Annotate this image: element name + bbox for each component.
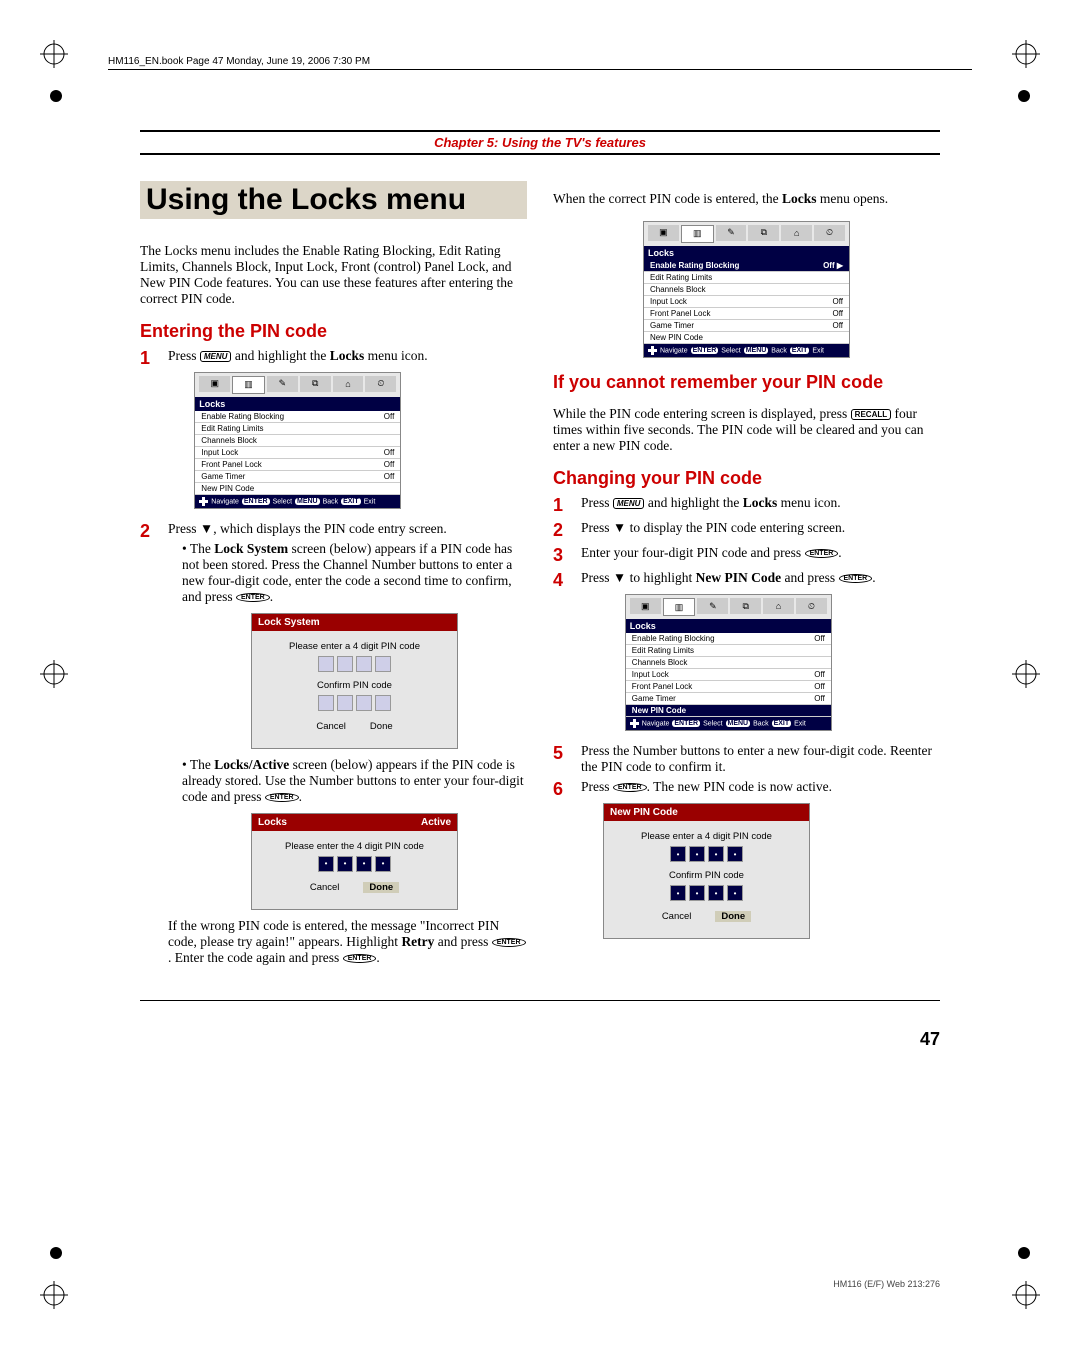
crop-mark-icon [40, 1281, 68, 1309]
step-1: 1 Press MENU and highlight the Locks men… [140, 348, 527, 517]
footer-code: HM116 (E/F) Web 213:276 [833, 1279, 940, 1289]
recall-key-icon: RECALL [851, 409, 891, 420]
osd-locks-menu-enable-selected: ▣▥✎⧉⌂⏲ Locks Enable Rating BlockingOff ▶… [643, 221, 850, 358]
enter-key-icon: ENTER [613, 783, 647, 792]
change-step-6: 6Press ENTER. The new PIN code is now ac… [553, 779, 940, 947]
enter-key-icon: ENTER [236, 593, 270, 602]
left-column: Using the Locks menu The Locks menu incl… [140, 181, 527, 970]
change-step-3: 3Enter your four-digit PIN code and pres… [553, 545, 940, 566]
section-entering-pin: Entering the PIN code [140, 321, 527, 342]
change-step-1: 1Press MENU and highlight the Locks menu… [553, 495, 940, 516]
enter-key-icon: ENTER [492, 938, 526, 947]
chapter-header: Chapter 5: Using the TV's features [140, 130, 940, 155]
crop-mark-icon [1012, 40, 1040, 68]
reg-mark [1018, 1247, 1030, 1259]
reg-mark [50, 1247, 62, 1259]
reg-mark [50, 90, 62, 102]
page-title: Using the Locks menu [140, 181, 527, 219]
page-content: Chapter 5: Using the TV's features Using… [140, 130, 940, 1060]
step-2: 2 Press ▼, which displays the PIN code e… [140, 521, 527, 966]
crop-mark-icon [1012, 660, 1040, 688]
crop-mark-icon [40, 40, 68, 68]
section-forgot-pin: If you cannot remember your PIN code [553, 372, 940, 393]
book-header: HM116_EN.book Page 47 Monday, June 19, 2… [108, 56, 972, 70]
right-column: When the correct PIN code is entered, th… [553, 181, 940, 970]
crop-mark-icon [40, 660, 68, 688]
section-change-pin: Changing your PIN code [553, 468, 940, 489]
enter-key-icon: ENTER [839, 574, 873, 583]
reg-mark [1018, 90, 1030, 102]
change-step-5: 5Press the Number buttons to enter a new… [553, 743, 940, 775]
enter-key-icon: ENTER [343, 954, 377, 963]
dialog-locks-active: LocksActive Please enter the 4 digit PIN… [251, 813, 458, 910]
enter-key-icon: ENTER [265, 793, 299, 802]
menu-key-icon: MENU [613, 498, 645, 509]
page-number: 47 [920, 1029, 940, 1050]
crop-mark-icon [1012, 1281, 1040, 1309]
dialog-lock-system: Lock System Please enter a 4 digit PIN c… [251, 613, 458, 749]
osd-locks-menu: ▣▥✎⧉⌂⏲ Locks Enable Rating BlockingOff E… [194, 372, 401, 509]
enter-key-icon: ENTER [805, 549, 839, 558]
menu-key-icon: MENU [200, 351, 232, 362]
dialog-new-pin: New PIN Code Please enter a 4 digit PIN … [603, 803, 810, 939]
change-step-4: 4Press ▼ to highlight New PIN Code and p… [553, 570, 940, 739]
intro-paragraph: The Locks menu includes the Enable Ratin… [140, 243, 527, 307]
osd-locks-menu-newpin-selected: ▣▥✎⧉⌂⏲ Locks Enable Rating BlockingOff E… [625, 594, 832, 731]
change-step-2: 2Press ▼ to display the PIN code enterin… [553, 520, 940, 541]
